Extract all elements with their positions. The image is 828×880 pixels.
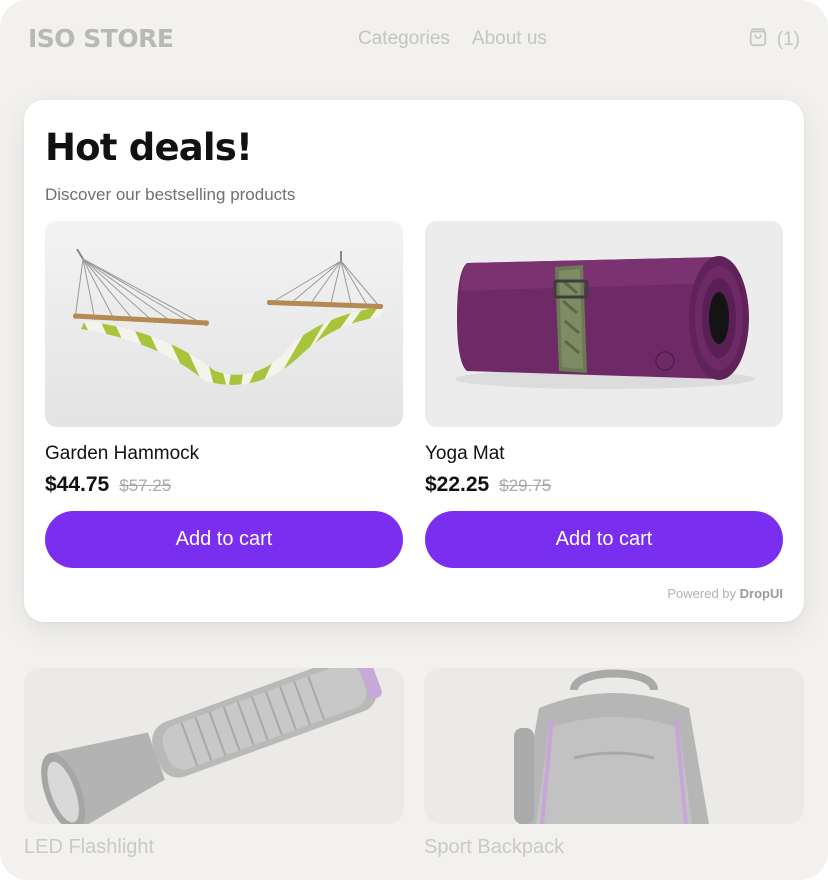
product-card-yoga-mat: Yoga Mat $22.25 $29.75 Add to cart: [425, 221, 783, 568]
bg-product-card-backpack[interactable]: [424, 668, 804, 824]
modal-title: Hot deals!: [45, 126, 253, 169]
product-prices: $44.75 $57.25: [45, 473, 403, 497]
bg-product-name[interactable]: LED Flashlight: [24, 836, 154, 859]
yoga-mat-image: [425, 221, 783, 427]
cart-button[interactable]: (1): [747, 26, 800, 54]
powered-by-label: Powered by DropUI: [667, 586, 783, 601]
main-nav: Categories About us: [358, 28, 547, 50]
product-image[interactable]: [425, 221, 783, 427]
add-to-cart-button[interactable]: Add to cart: [425, 511, 783, 568]
flashlight-image: [41, 668, 382, 824]
bg-product-card-flashlight[interactable]: [24, 668, 404, 824]
store-page: ISO STORE Categories About us (1) LED Fl…: [0, 0, 828, 880]
product-image[interactable]: [45, 221, 403, 427]
modal-subtitle: Discover our bestselling products: [45, 185, 296, 204]
product-name[interactable]: Yoga Mat: [425, 443, 783, 465]
bg-product-name[interactable]: Sport Backpack: [424, 836, 564, 859]
backpack-image: [514, 669, 709, 824]
hot-deals-modal: Hot deals! Discover our bestselling prod…: [24, 100, 804, 622]
product-price: $22.25: [425, 473, 490, 496]
product-prices: $22.25 $29.75: [425, 473, 783, 497]
nav-about-us[interactable]: About us: [472, 28, 547, 50]
nav-categories[interactable]: Categories: [358, 28, 450, 50]
powered-by-prefix: Powered by: [667, 586, 737, 601]
product-price: $44.75: [45, 473, 110, 496]
cart-count: (1): [776, 29, 800, 50]
add-to-cart-button[interactable]: Add to cart: [45, 511, 403, 568]
hammock-image: [45, 221, 403, 427]
powered-by-brand-link[interactable]: DropUI: [740, 586, 783, 601]
store-logo[interactable]: ISO STORE: [28, 24, 174, 53]
product-old-price: $29.75: [499, 476, 552, 495]
product-card-hammock: Garden Hammock $44.75 $57.25 Add to cart: [45, 221, 403, 568]
product-old-price: $57.25: [119, 476, 172, 495]
shopping-bag-icon: [747, 26, 769, 54]
product-name[interactable]: Garden Hammock: [45, 443, 403, 465]
